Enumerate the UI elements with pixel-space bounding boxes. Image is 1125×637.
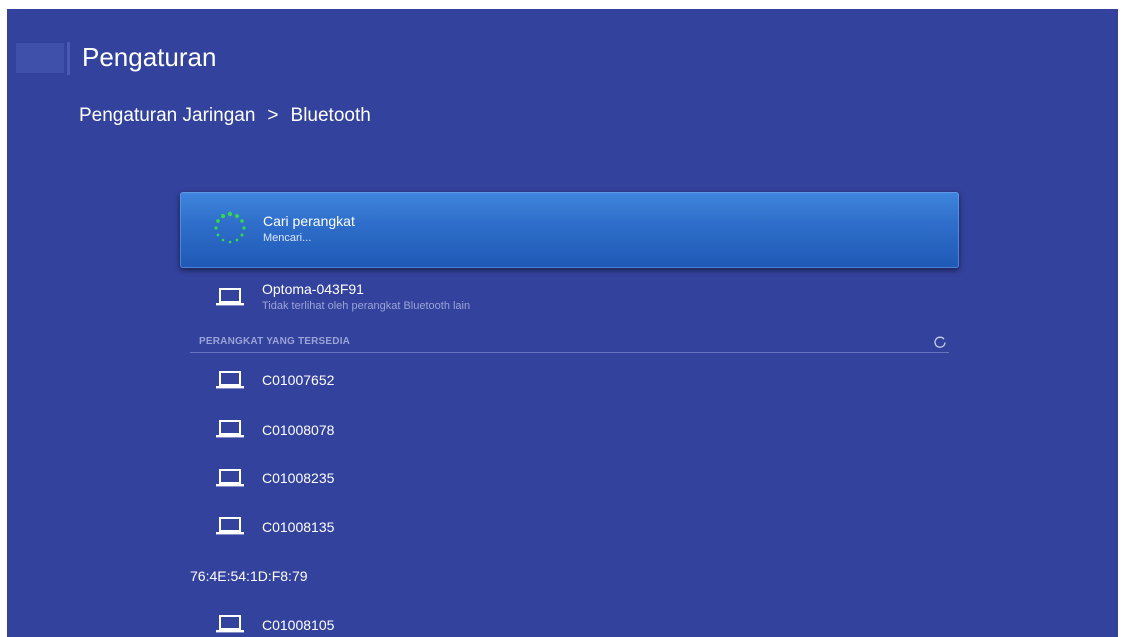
search-devices-label: Cari perangkat <box>263 213 355 229</box>
device-visibility-status: Tidak terlihat oleh perangkat Bluetooth … <box>262 300 471 312</box>
device-name: C01008078 <box>262 422 335 438</box>
header-divider <box>67 42 70 75</box>
page-title: Pengaturan <box>82 42 217 72</box>
device-name: C01008105 <box>262 617 335 633</box>
breadcrumb-parent[interactable]: Pengaturan Jaringan <box>79 105 255 127</box>
breadcrumb-current: Bluetooth <box>290 105 371 126</box>
searching-spinner-icon <box>214 211 246 244</box>
app-logo <box>16 43 64 73</box>
breadcrumb-separator: > <box>267 105 279 126</box>
section-divider <box>190 352 949 353</box>
laptop-icon <box>216 469 244 487</box>
laptop-icon <box>216 517 244 535</box>
laptop-icon <box>216 420 244 438</box>
search-status: Mencari... <box>263 232 312 244</box>
device-name: 76:4E:54:1D:F8:79 <box>190 568 308 584</box>
search-devices-row[interactable]: Cari perangkat Mencari... <box>180 192 959 268</box>
refresh-icon[interactable] <box>934 336 946 348</box>
breadcrumb: Pengaturan Jaringan > Bluetooth <box>79 105 371 127</box>
laptop-icon <box>216 288 244 306</box>
device-name: C01008235 <box>262 470 335 486</box>
laptop-icon <box>216 371 244 389</box>
laptop-icon <box>216 615 244 633</box>
device-name: Optoma-043F91 <box>262 281 364 297</box>
device-name: C01007652 <box>262 372 335 388</box>
device-name: C01008135 <box>262 519 335 535</box>
settings-screen: Pengaturan Pengaturan Jaringan > Bluetooth… <box>7 9 1118 637</box>
available-devices-header: PERANGKAT YANG TERSEDIA <box>199 336 351 347</box>
